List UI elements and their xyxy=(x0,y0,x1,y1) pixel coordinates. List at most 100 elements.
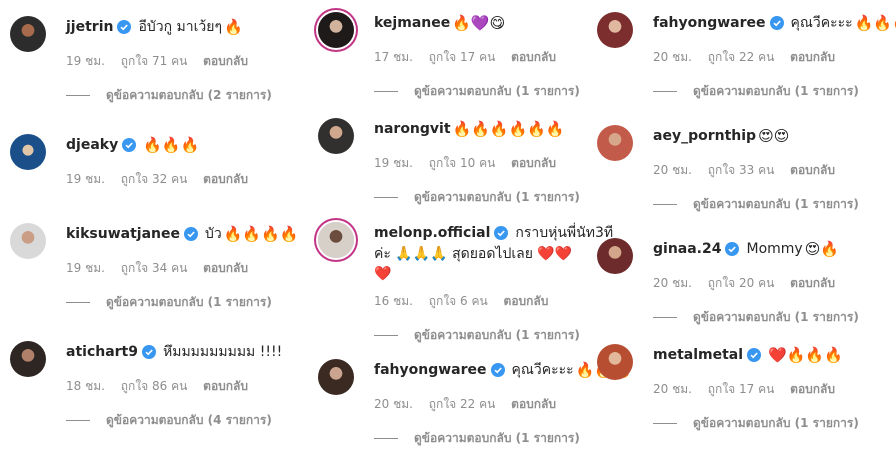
fire-emoji-icon: 🔥🔥🔥 xyxy=(854,14,896,32)
reply-button[interactable]: ตอบกลับ xyxy=(790,382,835,396)
avatar[interactable] xyxy=(10,341,46,377)
emoji-icons: ❤️🔥🔥🔥 xyxy=(768,346,843,364)
avatar[interactable] xyxy=(318,359,354,395)
avatar[interactable] xyxy=(597,12,633,48)
divider xyxy=(374,335,398,336)
fire-emoji-icon: 🔥🔥🔥🔥🔥🔥 xyxy=(452,120,565,138)
username[interactable]: fahyongwaree xyxy=(374,360,487,380)
divider xyxy=(66,302,90,303)
reply-button[interactable]: ตอบกลับ xyxy=(203,261,248,275)
comment-text: คุณวีคะะะ xyxy=(511,362,574,378)
fire-emoji-icon: 🔥 xyxy=(224,18,243,36)
like-count[interactable]: ถูกใจ 6 คน xyxy=(429,294,488,308)
reply-button[interactable]: ตอบกลับ xyxy=(511,50,556,64)
view-replies-button[interactable]: ดูข้อความตอบกลับ (1 รายการ) xyxy=(693,82,859,101)
username[interactable]: ginaa.24 xyxy=(653,239,721,259)
like-count[interactable]: ถูกใจ 17 คน xyxy=(429,50,496,64)
divider xyxy=(374,197,398,198)
like-count[interactable]: ถูกใจ 17 คน xyxy=(708,382,775,396)
verified-badge-icon xyxy=(117,20,132,34)
divider xyxy=(374,91,398,92)
like-count[interactable]: ถูกใจ 86 คน xyxy=(121,379,188,393)
reply-button[interactable]: ตอบกลับ xyxy=(790,50,835,64)
comment-time: 20 ชม. xyxy=(374,397,413,411)
divider xyxy=(374,438,398,439)
comment-time: 19 ชม. xyxy=(66,54,105,68)
username[interactable]: narongvit xyxy=(374,119,451,139)
like-count[interactable]: ถูกใจ 32 คน xyxy=(121,172,188,186)
username[interactable]: metalmetal xyxy=(653,345,743,365)
view-replies-button[interactable]: ดูข้อความตอบกลับ (1 รายการ) xyxy=(414,326,580,345)
reply-button[interactable]: ตอบกลับ xyxy=(504,294,549,308)
view-replies-button[interactable]: ดูข้อความตอบกลับ (2 รายการ) xyxy=(106,86,272,105)
comment-text: บัว xyxy=(205,226,222,242)
reply-button[interactable]: ตอบกลับ xyxy=(203,379,248,393)
comment-text: อีบัวกู มาเว้ยๆ xyxy=(138,19,223,35)
comment-time: 19 ชม. xyxy=(66,172,105,186)
comment-text-line-2: ค่ะ 🙏🙏🙏 สุดยอดไปเลย ❤️❤️ xyxy=(374,246,573,262)
username[interactable]: fahyongwaree xyxy=(653,13,766,33)
like-count[interactable]: ถูกใจ 33 คน xyxy=(708,163,775,177)
view-replies-button[interactable]: ดูข้อความตอบกลับ (1 รายการ) xyxy=(693,414,859,433)
view-replies-button[interactable]: ดูข้อความตอบกลับ (1 รายการ) xyxy=(106,293,272,312)
view-replies-button[interactable]: ดูข้อความตอบกลับ (1 รายการ) xyxy=(693,195,859,214)
comment-time: 18 ชม. xyxy=(66,379,105,393)
like-count[interactable]: ถูกใจ 34 คน xyxy=(121,261,188,275)
view-replies-button[interactable]: ดูข้อความตอบกลับ (1 รายการ) xyxy=(693,308,859,327)
username[interactable]: kiksuwatjanee xyxy=(66,224,180,244)
verified-badge-icon xyxy=(769,16,784,30)
username[interactable]: djeaky xyxy=(66,135,118,155)
avatar[interactable] xyxy=(10,223,46,259)
comment-time: 19 ชม. xyxy=(66,261,105,275)
comment-time: 20 ชม. xyxy=(653,163,692,177)
verified-badge-icon xyxy=(725,242,740,256)
like-count[interactable]: ถูกใจ 22 คน xyxy=(429,397,496,411)
divider xyxy=(66,420,90,421)
like-count[interactable]: ถูกใจ 20 คน xyxy=(708,276,775,290)
avatar[interactable] xyxy=(318,118,354,154)
view-replies-button[interactable]: ดูข้อความตอบกลับ (4 รายการ) xyxy=(106,411,272,430)
verified-badge-icon xyxy=(122,138,137,152)
comment-time: 17 ชม. xyxy=(374,50,413,64)
username[interactable]: kejmanee xyxy=(374,13,450,33)
reply-button[interactable]: ตอบกลับ xyxy=(790,276,835,290)
divider xyxy=(66,95,90,96)
heart-eyes-emoji-icon: 😍😍 xyxy=(758,127,790,145)
divider xyxy=(653,204,677,205)
avatar[interactable] xyxy=(597,344,633,380)
reply-button[interactable]: ตอบกลับ xyxy=(511,156,556,170)
comment-time: 20 ชม. xyxy=(653,276,692,290)
like-count[interactable]: ถูกใจ 10 คน xyxy=(429,156,496,170)
divider xyxy=(653,423,677,424)
view-replies-button[interactable]: ดูข้อความตอบกลับ (1 รายการ) xyxy=(414,82,580,101)
like-count[interactable]: ถูกใจ 22 คน xyxy=(708,50,775,64)
username[interactable]: jjetrin xyxy=(66,17,113,37)
username[interactable]: melonp.official xyxy=(374,223,490,243)
username[interactable]: aey_pornthip xyxy=(653,126,756,146)
reply-button[interactable]: ตอบกลับ xyxy=(203,54,248,68)
reply-button[interactable]: ตอบกลับ xyxy=(203,172,248,186)
verified-badge-icon xyxy=(747,348,762,362)
view-replies-button[interactable]: ดูข้อความตอบกลับ (1 รายการ) xyxy=(414,429,580,448)
avatar[interactable] xyxy=(318,222,354,258)
username[interactable]: atichart9 xyxy=(66,342,138,362)
avatar[interactable] xyxy=(10,16,46,52)
avatar[interactable] xyxy=(597,125,633,161)
reply-button[interactable]: ตอบกลับ xyxy=(511,397,556,411)
heart-emoji-icon: ❤️ xyxy=(374,266,392,282)
avatar[interactable] xyxy=(10,134,46,170)
comment-text: กราบหุ่นพี่นัท3ที xyxy=(515,225,614,241)
verified-badge-icon xyxy=(142,345,156,359)
view-replies-button[interactable]: ดูข้อความตอบกลับ (1 รายการ) xyxy=(414,188,580,207)
avatar[interactable] xyxy=(318,12,354,48)
fire-emoji-icon: 🔥🔥🔥🔥 xyxy=(223,225,299,243)
divider xyxy=(653,91,677,92)
emoji-icons: 😍🔥 xyxy=(804,240,840,258)
comment-time: 20 ชม. xyxy=(653,382,692,396)
verified-badge-icon xyxy=(490,363,505,377)
avatar[interactable] xyxy=(597,238,633,274)
comment-time: 16 ชม. xyxy=(374,294,413,308)
verified-badge-icon xyxy=(494,226,509,240)
reply-button[interactable]: ตอบกลับ xyxy=(790,163,835,177)
like-count[interactable]: ถูกใจ 71 คน xyxy=(121,54,188,68)
